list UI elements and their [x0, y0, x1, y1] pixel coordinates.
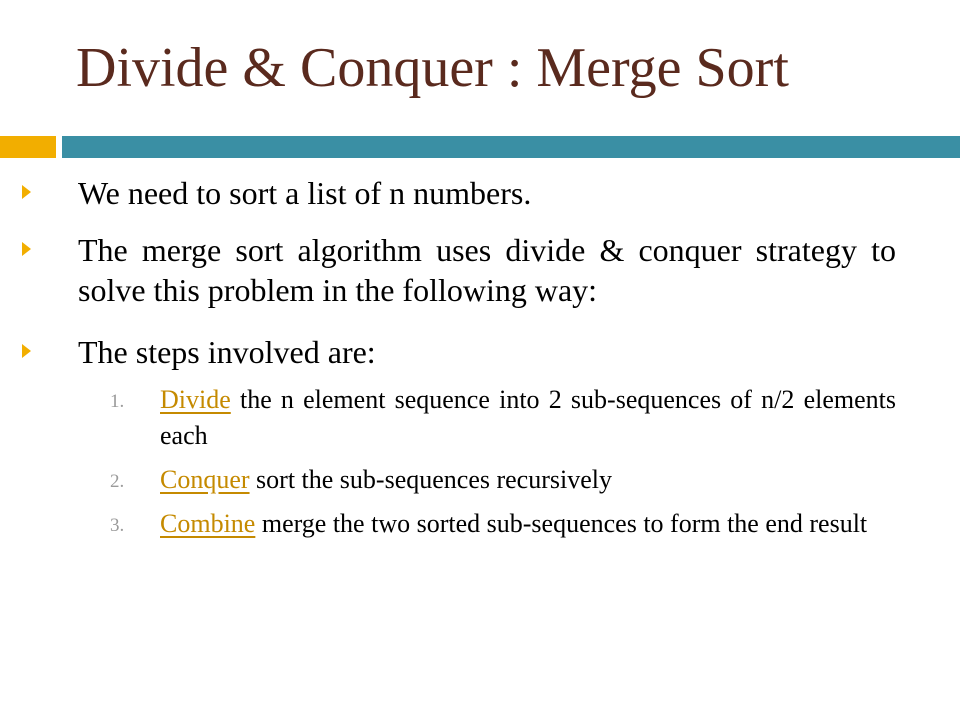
triangle-bullet-icon	[22, 185, 31, 199]
step-item-combine: 3. Combine merge the two sorted sub-sequ…	[110, 506, 896, 542]
step-number: 2.	[110, 471, 125, 492]
step-text: the n element sequence into 2 sub-sequen…	[160, 385, 896, 450]
step-number: 3.	[110, 515, 125, 536]
bullet-text: The steps involved are:	[78, 334, 376, 370]
step-item-conquer: 2. Conquer sort the sub-sequences recurs…	[110, 462, 896, 498]
bullet-item: We need to sort a list of n numbers.	[22, 173, 896, 213]
accent-bar-orange	[0, 136, 56, 158]
step-text: sort the sub-sequences recursively	[249, 465, 612, 494]
bullet-item: The merge sort algorithm uses divide & c…	[22, 230, 896, 310]
bullet-item: The steps involved are:	[22, 332, 896, 372]
step-item-divide: 1. Divide the n element sequence into 2 …	[110, 382, 896, 454]
step-keyword-divide: Divide	[160, 385, 231, 414]
triangle-bullet-icon	[22, 344, 31, 358]
slide-title: Divide & Conquer : Merge Sort	[76, 37, 789, 99]
step-text: merge the two sorted sub-sequences to fo…	[255, 509, 868, 538]
step-keyword-conquer: Conquer	[160, 465, 250, 494]
triangle-bullet-icon	[22, 242, 31, 256]
bullet-text: We need to sort a list of n numbers.	[78, 175, 532, 211]
bullet-text: The merge sort algorithm uses divide & c…	[78, 232, 896, 308]
step-number: 1.	[110, 391, 125, 412]
accent-bar-teal	[62, 136, 960, 158]
step-keyword-combine: Combine	[160, 509, 256, 538]
